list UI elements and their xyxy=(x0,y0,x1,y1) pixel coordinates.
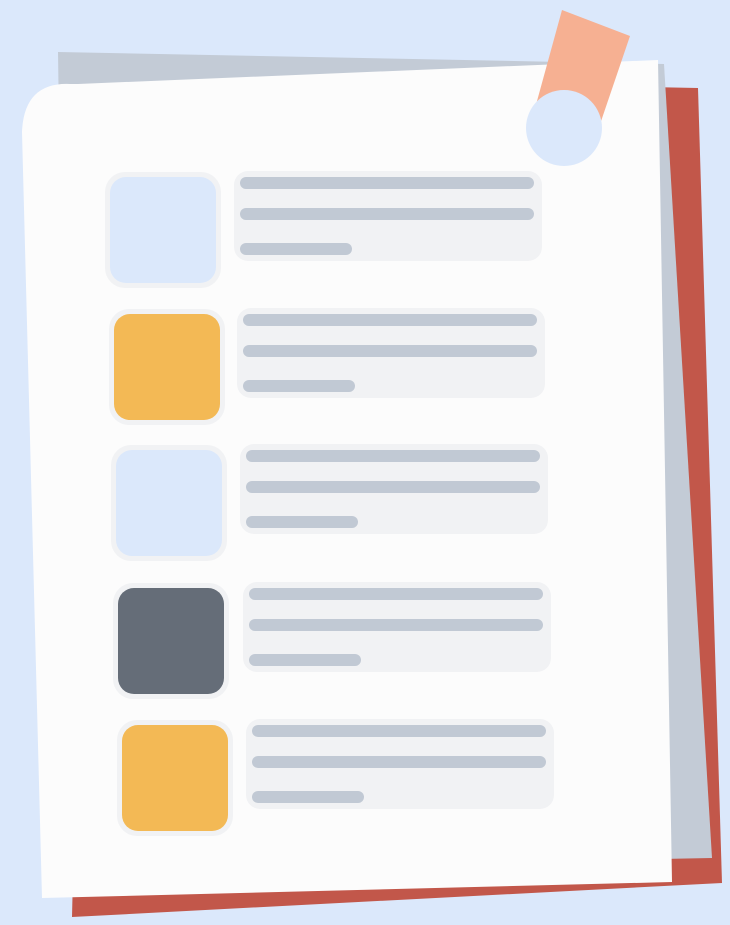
row-text-line xyxy=(243,314,537,326)
row-text-line xyxy=(246,450,540,462)
row-text-line xyxy=(240,243,352,255)
row-text-line xyxy=(249,654,361,666)
row-text-line xyxy=(243,380,355,392)
illustration-stage xyxy=(0,0,730,920)
row-text-line xyxy=(240,208,534,220)
row-text-line xyxy=(249,588,543,600)
punch-hole xyxy=(526,90,602,166)
row-square-amber xyxy=(114,314,220,420)
row-text-line xyxy=(243,345,537,357)
row-text-line xyxy=(252,756,546,768)
row-square-slate xyxy=(118,588,224,694)
row-text-line xyxy=(252,725,546,737)
row-text-line xyxy=(252,791,364,803)
row-square-light-blue xyxy=(110,177,216,283)
row-text-line xyxy=(246,481,540,493)
row-square-light-blue xyxy=(116,450,222,556)
row-text-line xyxy=(246,516,358,528)
checklist-document-icon xyxy=(22,10,722,917)
row-text-line xyxy=(240,177,534,189)
row-square-amber xyxy=(122,725,228,831)
row-text-line xyxy=(249,619,543,631)
